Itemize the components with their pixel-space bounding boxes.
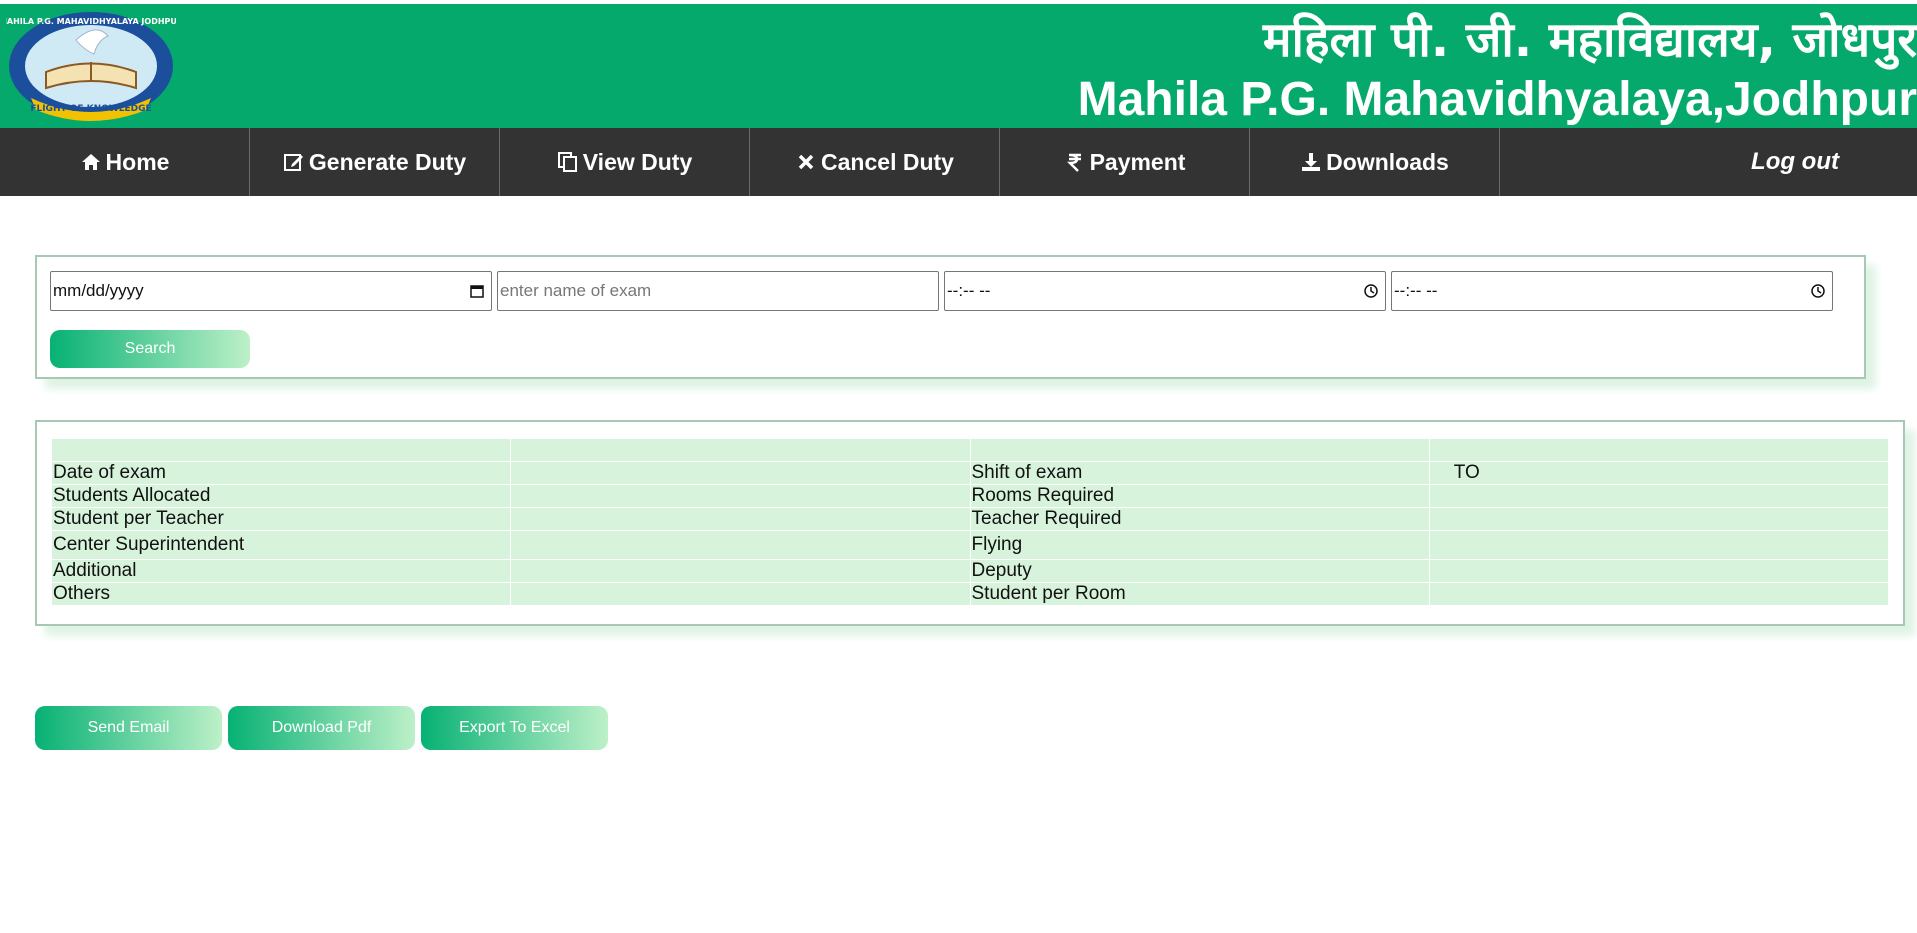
table-row: Students Allocated Rooms Required — [50, 484, 1890, 508]
table-cell — [50, 438, 512, 462]
copy-icon — [557, 151, 579, 173]
send-email-button[interactable]: Send Email — [35, 706, 222, 750]
site-header: FLIGHT OF KNOWLEDGE MAHILA P.G. MAHAVIDH… — [0, 4, 1917, 128]
logo-ring-text: MAHILA P.G. MAHAVIDHYALAYA JODHPUR — [6, 17, 176, 26]
exam-date-value: mm/dd/yyyy — [53, 281, 144, 300]
additional-label: Additional — [50, 559, 512, 583]
flying-value — [1428, 530, 1890, 560]
table-row: Additional Deputy — [50, 559, 1890, 583]
student-per-teacher-value — [510, 507, 971, 531]
clock-icon[interactable] — [1810, 283, 1826, 299]
shift-of-exam-value: TO — [1428, 461, 1890, 485]
time-to-value: --:-- -- — [1394, 281, 1438, 300]
college-logo: FLIGHT OF KNOWLEDGE MAHILA P.G. MAHAVIDH… — [6, 12, 176, 121]
student-per-room-label: Student per Room — [969, 582, 1430, 606]
college-title-english: Mahila P.G. Mahavidhyalaya,Jodhpur — [1077, 73, 1917, 126]
nav-downloads[interactable]: Downloads — [1250, 128, 1500, 196]
home-icon — [80, 151, 102, 173]
nav-home[interactable]: Home — [0, 128, 250, 196]
table-cell — [969, 438, 1430, 462]
table-row: Student per Teacher Teacher Required — [50, 507, 1890, 531]
nav-payment[interactable]: Payment — [1000, 128, 1250, 196]
nav-cancel-duty[interactable]: Cancel Duty — [750, 128, 1000, 196]
student-per-room-value — [1428, 582, 1890, 606]
export-excel-button[interactable]: Export To Excel — [421, 706, 608, 750]
date-of-exam-value — [510, 461, 971, 485]
table-row: Date of exam Shift of exam TO — [50, 461, 1890, 485]
download-icon — [1300, 151, 1322, 173]
college-title-hindi: महिला पी. जी. महाविद्यालय, जोधपुर — [1262, 12, 1917, 68]
deputy-label: Deputy — [969, 559, 1430, 583]
students-allocated-value — [510, 484, 971, 508]
nav-view-duty[interactable]: View Duty — [500, 128, 750, 196]
duty-summary-table: Date of exam Shift of exam TO Students A… — [50, 438, 1890, 606]
flying-label: Flying — [969, 530, 1430, 560]
nav-payment-label: Payment — [1089, 148, 1186, 175]
student-per-teacher-label: Student per Teacher — [50, 507, 512, 531]
time-from-input[interactable]: --:-- -- — [944, 271, 1386, 311]
others-value — [510, 582, 971, 606]
nav-view-duty-label: View Duty — [582, 148, 693, 175]
table-row — [50, 438, 1890, 462]
main-navbar: Home Generate Duty View Duty Cancel Duty… — [0, 128, 1917, 196]
close-icon — [795, 151, 817, 173]
nav-generate-duty-label: Generate Duty — [308, 148, 467, 175]
deputy-value — [1428, 559, 1890, 583]
rooms-required-value — [1428, 484, 1890, 508]
exam-name-input[interactable]: enter name of exam — [497, 271, 939, 311]
others-label: Others — [50, 582, 512, 606]
center-superintendent-value — [510, 530, 971, 560]
time-from-value: --:-- -- — [947, 281, 991, 300]
download-pdf-button[interactable]: Download Pdf — [228, 706, 415, 750]
logout-link[interactable]: Log out — [1751, 128, 1839, 196]
table-cell — [510, 438, 971, 462]
teacher-required-value — [1428, 507, 1890, 531]
table-cell — [1428, 438, 1890, 462]
table-row: Center Superintendent Flying — [50, 530, 1890, 560]
table-row: Others Student per Room — [50, 582, 1890, 606]
duty-summary-panel: Date of exam Shift of exam TO Students A… — [35, 420, 1905, 626]
search-button[interactable]: Search — [50, 330, 250, 368]
nav-downloads-label: Downloads — [1326, 148, 1449, 175]
date-of-exam-label: Date of exam — [50, 461, 512, 485]
calendar-icon[interactable] — [469, 283, 485, 299]
rooms-required-label: Rooms Required — [969, 484, 1430, 508]
students-allocated-label: Students Allocated — [50, 484, 512, 508]
logo-motto: FLIGHT OF KNOWLEDGE — [30, 104, 151, 114]
rupee-icon — [1064, 151, 1086, 173]
clock-icon[interactable] — [1363, 283, 1379, 299]
exam-date-input[interactable]: mm/dd/yyyy — [50, 271, 492, 311]
nav-generate-duty[interactable]: Generate Duty — [250, 128, 500, 196]
center-superintendent-label: Center Superintendent — [50, 530, 512, 560]
shift-of-exam-label: Shift of exam — [969, 461, 1430, 485]
nav-home-label: Home — [105, 148, 170, 175]
nav-cancel-duty-label: Cancel Duty — [821, 148, 954, 175]
time-to-input[interactable]: --:-- -- — [1391, 271, 1833, 311]
exam-name-placeholder: enter name of exam — [500, 281, 652, 300]
additional-value — [510, 559, 971, 583]
edit-icon — [283, 151, 305, 173]
search-panel: mm/dd/yyyy enter name of exam --:-- -- -… — [35, 255, 1866, 379]
teacher-required-label: Teacher Required — [969, 507, 1430, 531]
